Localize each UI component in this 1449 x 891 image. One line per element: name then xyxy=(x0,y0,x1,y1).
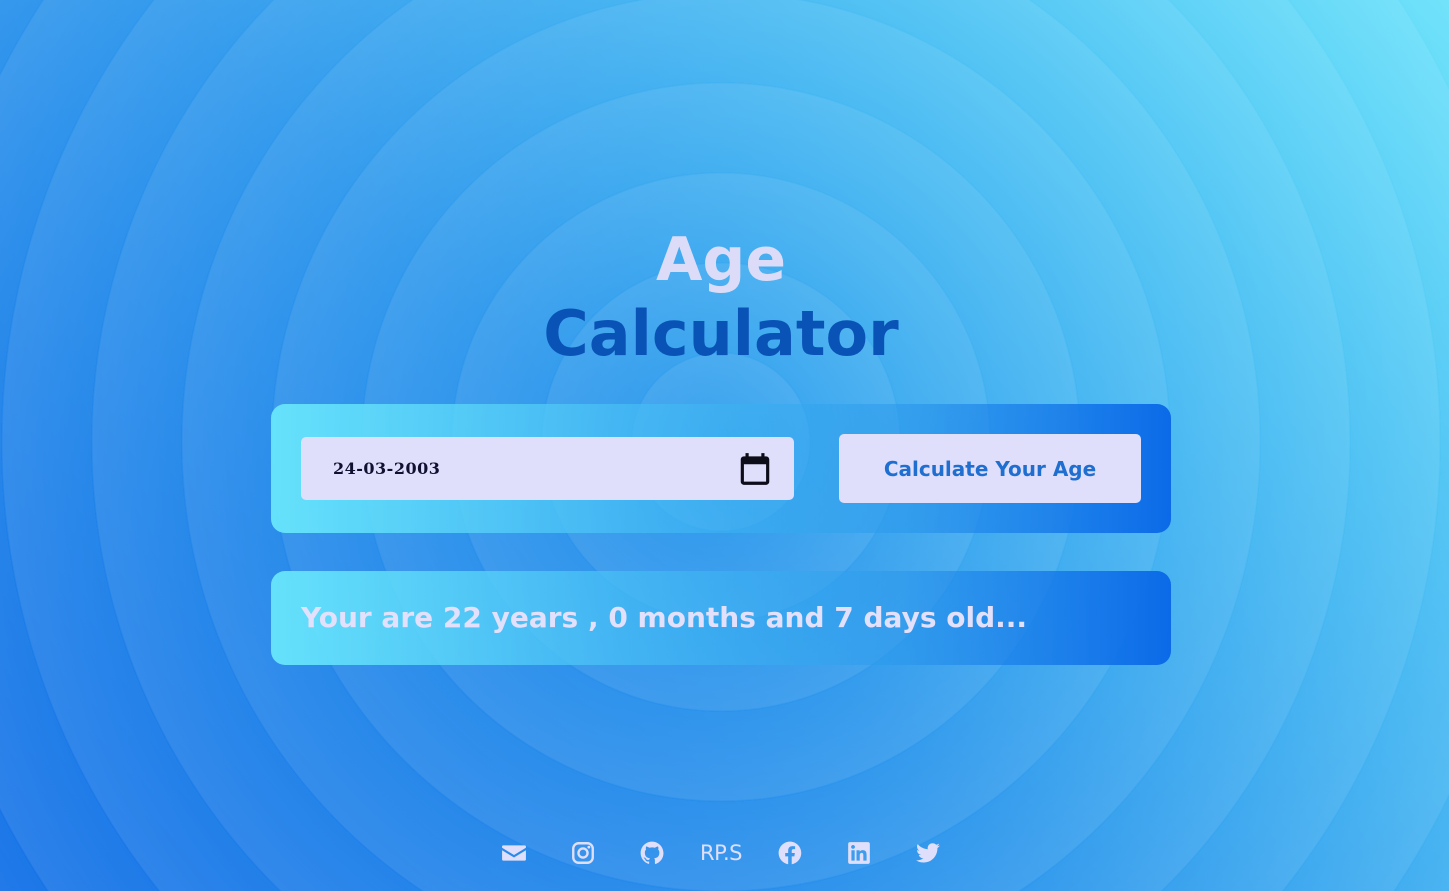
twitter-icon xyxy=(916,843,940,863)
github-link[interactable] xyxy=(618,838,687,868)
email-link[interactable] xyxy=(480,838,549,868)
github-icon xyxy=(640,841,664,864)
twitter-link[interactable] xyxy=(894,838,963,868)
linkedin-icon xyxy=(848,842,870,864)
instagram-icon xyxy=(572,842,594,864)
date-value[interactable]: 24-03-2003 xyxy=(333,459,440,478)
rps-label: RP.S xyxy=(700,841,743,865)
result-card: Your are 22 years , 0 months and 7 days … xyxy=(271,571,1171,665)
envelope-icon xyxy=(502,845,526,861)
linkedin-link[interactable] xyxy=(825,838,894,868)
input-card: 24-03-2003 Calculate Your Age xyxy=(271,404,1171,533)
rps-link[interactable]: RP.S xyxy=(687,838,756,868)
footer-social-links: RP.S xyxy=(0,838,1442,868)
page-title-line2: Calculator xyxy=(543,297,899,370)
calculate-age-button[interactable]: Calculate Your Age xyxy=(839,434,1141,503)
facebook-link[interactable] xyxy=(756,838,825,868)
result-text: Your are 22 years , 0 months and 7 days … xyxy=(301,601,1028,634)
date-input[interactable]: 24-03-2003 xyxy=(301,437,794,500)
page-title-line1: Age xyxy=(655,225,787,295)
calendar-icon[interactable] xyxy=(736,449,774,489)
facebook-icon xyxy=(778,841,802,865)
instagram-link[interactable] xyxy=(549,838,618,868)
